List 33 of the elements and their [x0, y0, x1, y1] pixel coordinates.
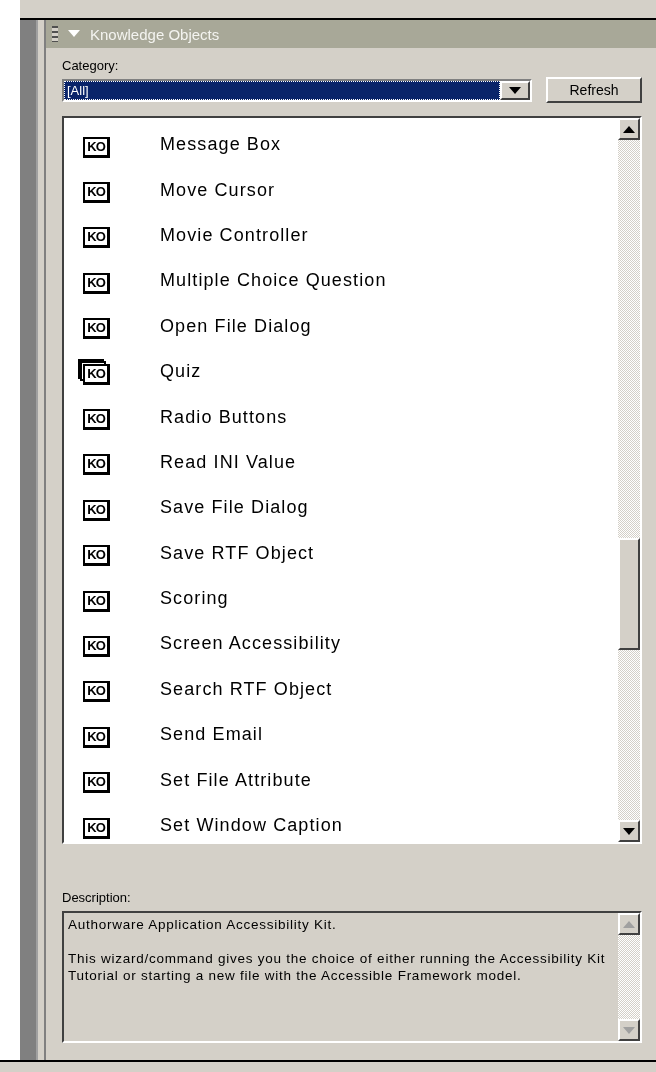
- dropdown-arrow-icon: [509, 86, 521, 94]
- down-arrow-icon: [623, 1026, 635, 1034]
- category-dropdown[interactable]: [All]: [62, 78, 532, 102]
- item-label[interactable]: Search RTF Object: [160, 678, 333, 700]
- item-label[interactable]: Save File Dialog: [160, 497, 309, 519]
- up-arrow-icon: [623, 125, 635, 133]
- scroll-up-button[interactable]: [618, 118, 640, 140]
- item-label[interactable]: Movie Controller: [160, 224, 309, 246]
- panel-title: Knowledge Objects: [90, 25, 220, 43]
- item-label[interactable]: Set File Attribute: [160, 769, 312, 791]
- item-label[interactable]: Screen Accessibility: [160, 633, 342, 655]
- scroll-down-button[interactable]: [618, 820, 640, 842]
- scroll-thumb[interactable]: [618, 538, 640, 650]
- item-label[interactable]: Multiple Choice Question: [160, 270, 387, 292]
- item-label[interactable]: Save RTF Object: [160, 542, 315, 564]
- item-label[interactable]: Quiz: [160, 361, 202, 383]
- refresh-button[interactable]: Refresh: [546, 77, 642, 103]
- item-label[interactable]: Message Box: [160, 134, 282, 156]
- item-label[interactable]: Move Cursor: [160, 179, 276, 201]
- description-label: Description:: [62, 890, 132, 905]
- description-text: This wizard/command gives you the choice of either running the Accessibility Kit Tutorial or starting a new file with the Accessible Framework model.: [68, 950, 607, 984]
- item-label[interactable]: Set Window Caption: [160, 815, 343, 837]
- down-arrow-icon: [623, 827, 635, 835]
- up-arrow-icon: [623, 920, 635, 928]
- item-label[interactable]: Radio Buttons: [160, 406, 288, 428]
- item-label[interactable]: Scoring: [160, 588, 229, 610]
- item-label[interactable]: Read INI Value: [160, 451, 297, 473]
- description-text: Authorware Application Accessibility Kit.: [68, 916, 338, 933]
- category-label: Category:: [62, 58, 120, 73]
- grip-icon[interactable]: [52, 26, 58, 42]
- scrollbar[interactable]: [618, 118, 640, 842]
- item-label[interactable]: Send Email: [160, 724, 264, 746]
- item-label[interactable]: Open File Dialog: [160, 315, 312, 337]
